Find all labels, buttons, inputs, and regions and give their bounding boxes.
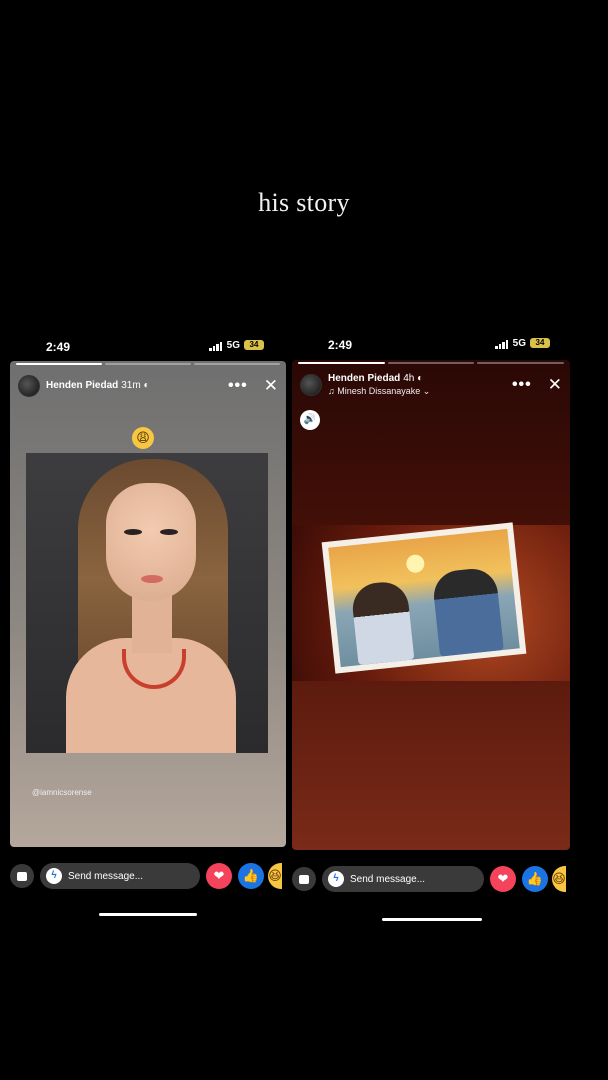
story-frame[interactable]: Henden Piedad 4h ◐ ♫ Minesh Dissanayake ⌄… <box>292 360 570 850</box>
like-icon[interactable]: 👍 <box>238 863 264 889</box>
more-options-icon[interactable]: ••• <box>512 376 532 394</box>
reply-bar: ϟ Send message... ❤ 👍 😆 <box>10 863 286 889</box>
network-type: 5G <box>512 338 526 349</box>
send-message-input[interactable]: ϟ Send message... <box>40 863 200 889</box>
person-right <box>431 566 504 657</box>
globe-icon: ◐ <box>414 373 424 384</box>
story-age: 4h <box>403 373 415 384</box>
right-story-screenshot: 2:49 5G 34 Henden Piedad 4h ◐ ♫ Minesh Di… <box>292 333 572 928</box>
portrait-photo <box>26 453 268 753</box>
messenger-icon: ϟ <box>328 871 344 887</box>
signal-icon <box>495 340 508 349</box>
avatar[interactable] <box>300 374 322 396</box>
camera-icon[interactable] <box>292 867 316 891</box>
camera-icon[interactable] <box>10 864 34 888</box>
haha-icon[interactable]: 😆 <box>268 863 282 889</box>
messenger-icon: ϟ <box>46 868 62 884</box>
sun <box>405 553 426 574</box>
send-message-input[interactable]: ϟ Send message... <box>322 866 484 892</box>
signal-icon <box>209 342 222 351</box>
user-name[interactable]: Henden Piedad <box>46 380 118 391</box>
couple-sunset-photo <box>321 522 527 674</box>
user-name[interactable]: Henden Piedad <box>328 373 400 384</box>
close-icon[interactable]: ✕ <box>548 375 562 395</box>
story-age: 31m <box>121 380 141 391</box>
close-icon[interactable]: ✕ <box>264 376 278 396</box>
status-bar: 2:49 5G 34 <box>10 335 286 357</box>
send-message-placeholder: Send message... <box>68 870 144 882</box>
send-message-placeholder: Send message... <box>350 873 426 885</box>
story-progress <box>16 363 280 365</box>
story-caption: his story <box>258 188 350 217</box>
heart-icon[interactable]: ❤ <box>206 863 232 889</box>
right-eye <box>160 529 178 535</box>
story-meta: Henden Piedad 31m ◐ <box>46 380 150 392</box>
face-shape <box>106 483 196 601</box>
heart-icon[interactable]: ❤ <box>490 866 516 892</box>
home-indicator <box>382 918 482 921</box>
haha-icon[interactable]: 😆 <box>552 866 566 892</box>
avatar[interactable] <box>18 375 40 397</box>
globe-icon: ◐ <box>143 380 150 391</box>
battery-icon: 34 <box>244 340 264 350</box>
status-bar: 2:49 5G 34 <box>292 333 572 355</box>
reply-bar: ϟ Send message... ❤ 👍 😆 <box>292 866 572 892</box>
photo-credit[interactable]: @iamnicsorense <box>32 788 92 797</box>
lips <box>141 575 163 583</box>
music-attribution[interactable]: ♫ Minesh Dissanayake ⌄ <box>328 385 430 397</box>
story-frame[interactable]: Henden Piedad 31m ◐ ••• ✕ 😩 @iamnicsorens… <box>10 361 286 847</box>
status-time: 2:49 <box>328 338 353 352</box>
network-type: 5G <box>226 340 240 351</box>
left-eye <box>124 529 142 535</box>
status-time: 2:49 <box>46 340 71 354</box>
story-header: Henden Piedad 31m ◐ ••• ✕ <box>18 373 278 399</box>
neck-shape <box>132 593 172 653</box>
more-options-icon[interactable]: ••• <box>228 377 248 395</box>
battery-icon: 34 <box>530 338 550 348</box>
weary-face-emoji: 😩 <box>132 427 154 449</box>
story-header: Henden Piedad 4h ◐ ♫ Minesh Dissanayake ⌄… <box>300 372 562 398</box>
left-story-screenshot: 2:49 5G 34 Henden Piedad 31m ◐ ••• ✕ 😩 @… <box>10 335 286 925</box>
person-left <box>350 579 415 666</box>
like-icon[interactable]: 👍 <box>522 866 548 892</box>
story-progress <box>298 362 565 364</box>
story-meta: Henden Piedad 4h ◐ ♫ Minesh Dissanayake ⌄ <box>328 373 430 397</box>
speaker-icon[interactable]: 🔊 <box>300 410 320 430</box>
home-indicator <box>99 913 197 916</box>
